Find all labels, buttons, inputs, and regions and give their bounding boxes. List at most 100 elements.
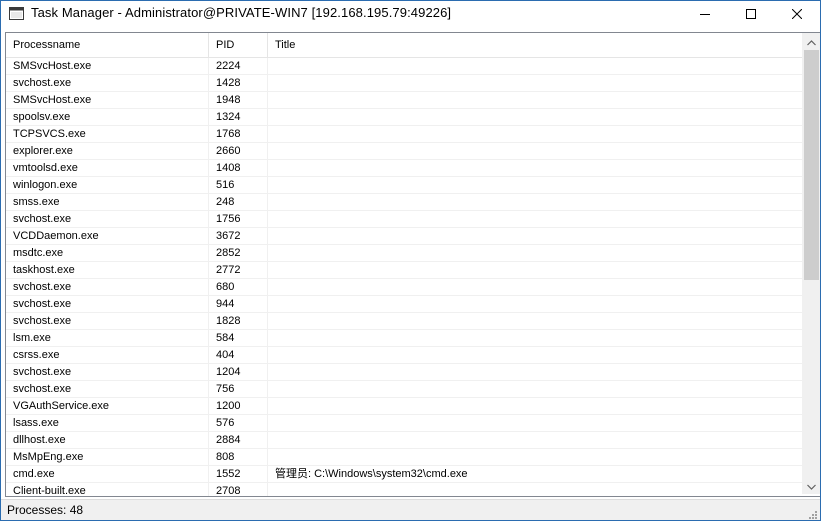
pid-cell: 2708 [209, 483, 268, 496]
title-cell [268, 296, 802, 313]
table-row[interactable]: svchost.exe 1204 [6, 364, 802, 381]
title-cell [268, 381, 802, 398]
title-cell [268, 483, 802, 496]
scroll-up-button[interactable] [803, 33, 820, 50]
title-bar[interactable]: Task Manager - Administrator@PRIVATE-WIN… [1, 1, 820, 26]
process-name-cell: smss.exe [6, 194, 209, 211]
table-row[interactable]: spoolsv.exe 1324 [6, 109, 802, 126]
table-row[interactable]: SMSvcHost.exe 1948 [6, 92, 802, 109]
table-row[interactable]: explorer.exe 2660 [6, 143, 802, 160]
process-name-cell: dllhost.exe [6, 432, 209, 449]
table-row[interactable]: svchost.exe 680 [6, 279, 802, 296]
scroll-down-button[interactable] [803, 477, 820, 494]
process-name-cell: csrss.exe [6, 347, 209, 364]
table-row[interactable]: VCDDaemon.exe 3672 [6, 228, 802, 245]
table-row[interactable]: cmd.exe 1552 管理员: C:\Windows\system32\cmd.… [6, 466, 802, 483]
title-cell [268, 415, 802, 432]
column-header-processname[interactable]: Processname [6, 33, 209, 57]
vertical-scrollbar[interactable] [802, 33, 820, 494]
table-row[interactable]: lsass.exe 576 [6, 415, 802, 432]
pid-cell: 756 [209, 381, 268, 398]
table-row[interactable]: smss.exe 248 [6, 194, 802, 211]
resize-grip-icon[interactable] [806, 507, 818, 519]
table-row[interactable]: svchost.exe 1428 [6, 75, 802, 92]
pid-cell: 584 [209, 330, 268, 347]
scrollbar-thumb[interactable] [804, 50, 819, 280]
title-cell [268, 160, 802, 177]
process-name-cell: svchost.exe [6, 364, 209, 381]
process-name-cell: VCDDaemon.exe [6, 228, 209, 245]
app-window-icon [9, 6, 24, 21]
table-row[interactable]: msdtc.exe 2852 [6, 245, 802, 262]
title-cell [268, 432, 802, 449]
process-name-cell: Client-built.exe [6, 483, 209, 496]
pid-cell: 3672 [209, 228, 268, 245]
title-cell [268, 245, 802, 262]
process-name-cell: vmtoolsd.exe [6, 160, 209, 177]
pid-cell: 2884 [209, 432, 268, 449]
close-button[interactable] [774, 1, 820, 26]
maximize-button[interactable] [728, 1, 774, 26]
title-cell [268, 126, 802, 143]
process-name-cell: svchost.exe [6, 279, 209, 296]
pid-cell: 808 [209, 449, 268, 466]
process-name-cell: msdtc.exe [6, 245, 209, 262]
pid-cell: 2772 [209, 262, 268, 279]
minimize-icon [700, 9, 710, 19]
process-name-cell: explorer.exe [6, 143, 209, 160]
pid-cell: 404 [209, 347, 268, 364]
table-row[interactable]: MsMpEng.exe 808 [6, 449, 802, 466]
process-name-cell: lsm.exe [6, 330, 209, 347]
task-manager-window: Task Manager - Administrator@PRIVATE-WIN… [0, 0, 821, 521]
process-name-cell: MsMpEng.exe [6, 449, 209, 466]
process-name-cell: taskhost.exe [6, 262, 209, 279]
pid-cell: 1408 [209, 160, 268, 177]
table-row[interactable]: svchost.exe 756 [6, 381, 802, 398]
process-list[interactable]: Processname PID Title SMSvcHost.exe 2224 s… [5, 32, 820, 497]
pid-cell: 1204 [209, 364, 268, 381]
table-row[interactable]: vmtoolsd.exe 1408 [6, 160, 802, 177]
process-count: Processes: 48 [7, 503, 84, 517]
table-row[interactable]: csrss.exe 404 [6, 347, 802, 364]
process-name-cell: SMSvcHost.exe [6, 92, 209, 109]
table-row[interactable]: SMSvcHost.exe 2224 [6, 58, 802, 75]
title-cell [268, 228, 802, 245]
table-row[interactable]: lsm.exe 584 [6, 330, 802, 347]
pid-cell: 2224 [209, 58, 268, 75]
column-header-title[interactable]: Title [268, 33, 802, 57]
title-cell [268, 143, 802, 160]
table-row[interactable]: svchost.exe 1828 [6, 313, 802, 330]
table-row[interactable]: TCPSVCS.exe 1768 [6, 126, 802, 143]
process-rows: SMSvcHost.exe 2224 svchost.exe 1428 SMSvcHos… [6, 58, 802, 496]
table-row[interactable]: taskhost.exe 2772 [6, 262, 802, 279]
pid-cell: 1324 [209, 109, 268, 126]
chevron-up-icon [807, 33, 816, 51]
process-name-cell: svchost.exe [6, 75, 209, 92]
table-row[interactable]: winlogon.exe 516 [6, 177, 802, 194]
pid-cell: 680 [209, 279, 268, 296]
table-row[interactable]: svchost.exe 1756 [6, 211, 802, 228]
process-name-cell: SMSvcHost.exe [6, 58, 209, 75]
title-cell [268, 398, 802, 415]
process-name-cell: svchost.exe [6, 313, 209, 330]
pid-cell: 2660 [209, 143, 268, 160]
process-name-cell: VGAuthService.exe [6, 398, 209, 415]
table-row[interactable]: dllhost.exe 2884 [6, 432, 802, 449]
pid-cell: 516 [209, 177, 268, 194]
table-row[interactable]: VGAuthService.exe 1200 [6, 398, 802, 415]
status-bar: Processes: 48 [1, 499, 820, 520]
list-header: Processname PID Title [6, 33, 802, 58]
pid-cell: 1200 [209, 398, 268, 415]
table-row[interactable]: svchost.exe 944 [6, 296, 802, 313]
close-icon [792, 8, 802, 19]
title-cell [268, 109, 802, 126]
pid-cell: 1552 [209, 466, 268, 483]
process-name-cell: svchost.exe [6, 296, 209, 313]
table-row[interactable]: Client-built.exe 2708 [6, 483, 802, 496]
column-header-pid[interactable]: PID [209, 33, 268, 57]
title-cell: 管理员: C:\Windows\system32\cmd.exe [275, 468, 468, 480]
window-title: Task Manager - Administrator@PRIVATE-WIN… [31, 5, 452, 20]
process-name-cell: winlogon.exe [6, 177, 209, 194]
minimize-button[interactable] [682, 1, 728, 26]
process-name-cell: cmd.exe [6, 466, 209, 483]
